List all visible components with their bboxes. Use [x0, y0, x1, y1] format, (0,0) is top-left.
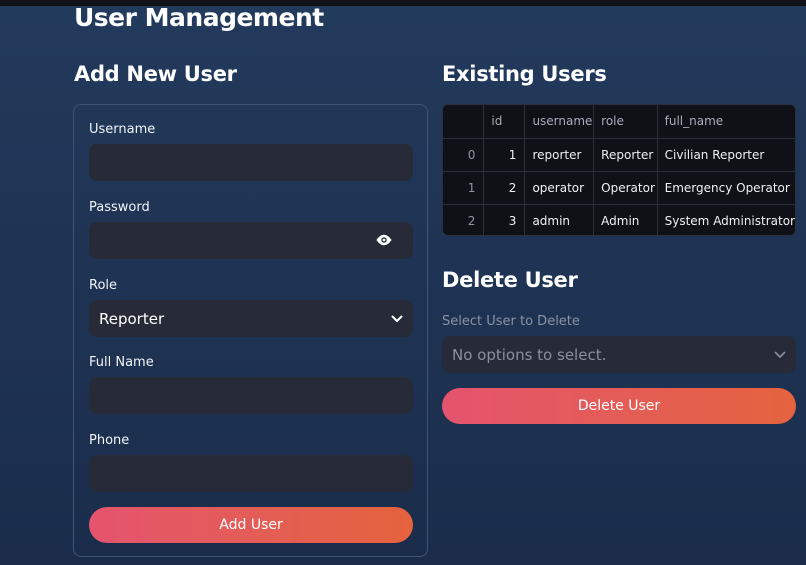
cell-username: admin [524, 204, 595, 235]
table-row[interactable]: 0 1 reporter Reporter Civilian Reporter [443, 138, 795, 172]
role-selected-value: Reporter [99, 309, 165, 328]
password-label: Password [89, 200, 150, 215]
delete-select-label: Select User to Delete [442, 314, 580, 329]
cell-role: Reporter [593, 138, 658, 172]
delete-user-button[interactable]: Delete User [442, 388, 796, 424]
row-index: 1 [443, 171, 485, 205]
row-index: 0 [443, 138, 485, 172]
role-select[interactable]: Reporter [89, 300, 413, 337]
username-input[interactable] [89, 144, 413, 181]
chevron-down-icon [774, 351, 786, 358]
page-title: User Management [74, 3, 324, 32]
table-row[interactable]: 1 2 operator Operator Emergency Operator [443, 171, 795, 205]
cell-username: operator [524, 171, 595, 205]
column-header-username[interactable]: username [524, 105, 595, 139]
delete-user-heading: Delete User [442, 268, 578, 292]
username-label: Username [89, 122, 156, 137]
add-user-form: Username Password Role Reporter Full Nam… [73, 104, 428, 557]
row-index: 2 [443, 204, 485, 235]
cell-id: 1 [483, 138, 526, 172]
cell-full-name: Civilian Reporter [657, 138, 795, 172]
cell-id: 3 [483, 204, 526, 235]
phone-label: Phone [89, 433, 130, 448]
add-user-button[interactable]: Add User [89, 507, 413, 543]
users-table: id username role full_name 0 1 reporter … [442, 104, 796, 236]
phone-input[interactable] [89, 455, 413, 492]
add-user-heading: Add New User [74, 62, 237, 86]
cell-full-name: System Administrator [664, 213, 795, 228]
cell-role: Operator [593, 171, 658, 205]
table-header-row: id username role full_name [443, 105, 795, 139]
password-input[interactable] [89, 222, 413, 259]
chevron-down-icon [391, 315, 403, 322]
delete-user-select[interactable]: No options to select. [442, 336, 796, 373]
delete-select-placeholder: No options to select. [452, 345, 607, 364]
cell-id: 2 [483, 171, 526, 205]
fullname-input[interactable] [89, 377, 413, 414]
existing-users-heading: Existing Users [442, 62, 607, 86]
role-label: Role [89, 278, 118, 293]
fullname-label: Full Name [89, 355, 154, 370]
column-header-index[interactable] [443, 105, 485, 139]
eye-icon[interactable] [375, 234, 393, 246]
cell-full-name: Emergency Operator [657, 171, 795, 205]
column-header-role[interactable]: role [593, 105, 658, 139]
cell-username: reporter [524, 138, 595, 172]
table-row[interactable]: 2 3 admin Admin System Administrator [443, 204, 795, 235]
column-header-full-name[interactable]: full_name [657, 105, 795, 139]
column-header-id[interactable]: id [483, 105, 526, 139]
cell-role: Admin [593, 204, 658, 235]
